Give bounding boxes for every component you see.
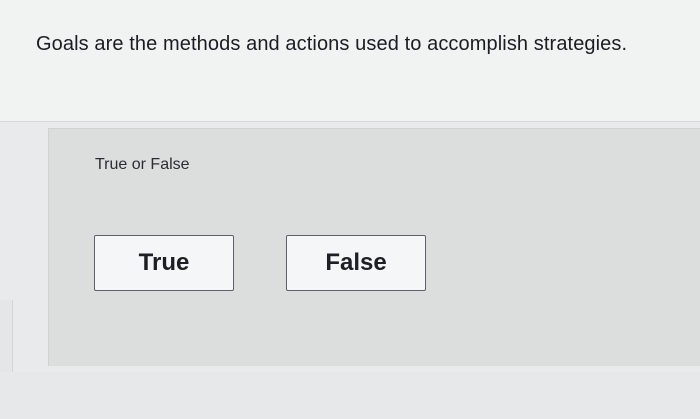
false-button[interactable]: False bbox=[286, 235, 426, 291]
answer-panel: True or False True False bbox=[48, 128, 700, 366]
answer-type-label: True or False bbox=[95, 156, 190, 173]
bottom-area bbox=[0, 372, 700, 419]
true-button[interactable]: True bbox=[94, 235, 234, 291]
question-text: Goals are the methods and actions used t… bbox=[36, 33, 628, 55]
question-panel: Goals are the methods and actions used t… bbox=[0, 0, 700, 122]
